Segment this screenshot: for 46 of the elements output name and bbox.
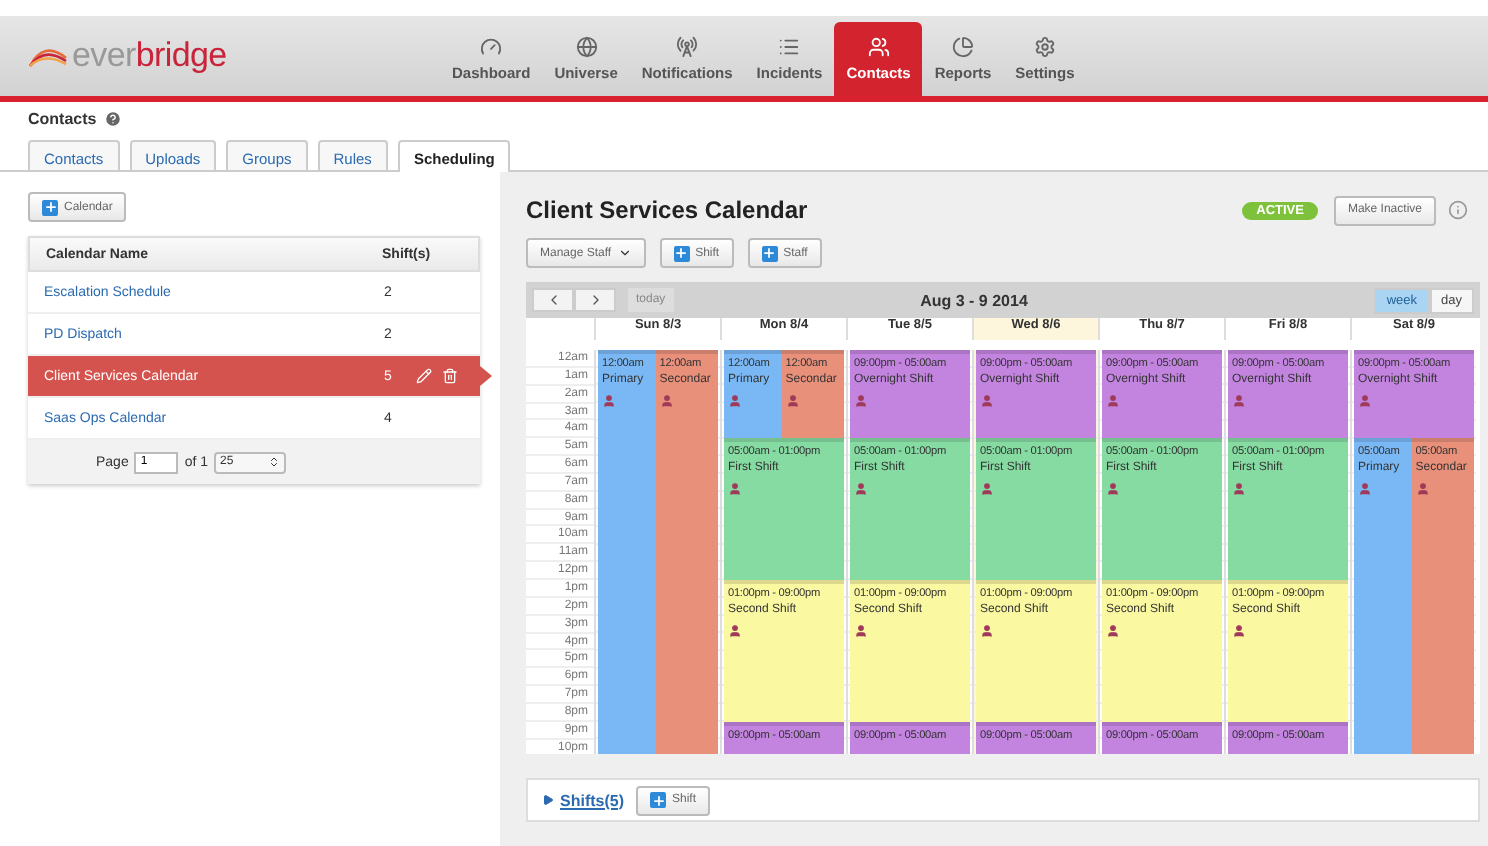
people-icon [867,36,890,58]
person-icon [659,394,674,408]
next-button[interactable] [574,288,616,312]
plus-icon [761,245,778,261]
trash-icon[interactable] [442,368,458,384]
person-icon [728,482,742,497]
person-icon [602,394,616,408]
logo-wordmark: everbridge [72,36,227,76]
person-icon [1232,624,1246,639]
edit-icon[interactable] [416,368,432,384]
person-icon [980,482,994,497]
caret-icon [617,246,632,260]
info-icon[interactable] [1448,200,1468,220]
person-icon [1232,482,1246,497]
date-range: Aug 3 - 9 2014 [918,291,1030,309]
calendar-title: Client Services Calendar [526,196,810,224]
person-icon [980,624,994,639]
person-icon [854,394,868,408]
person-icon [1106,482,1120,497]
settings-icon [1033,36,1056,58]
previous-button[interactable] [532,288,574,312]
person-icon [1358,394,1372,408]
gauge-icon [480,36,503,58]
plus-icon [673,245,690,261]
person-icon [1415,482,1430,497]
person-icon [728,624,742,639]
person-icon [854,482,868,497]
logo-icon [28,44,68,68]
help-icon[interactable] [104,110,123,128]
person-icon [1106,394,1120,408]
person-icon [1232,394,1246,408]
plus-icon [42,199,58,215]
person-icon [1358,482,1372,497]
triangle-icon [542,794,554,806]
person-icon [1106,624,1120,639]
person-icon [980,394,994,408]
globe-icon [575,36,598,58]
plus-icon [650,792,666,808]
shifts-link[interactable]: Shifts(5) [542,791,624,809]
person-icon [728,394,742,408]
page-title: Contacts [28,110,97,128]
pie-chart-icon [952,36,974,58]
person-icon [785,394,800,408]
antenna-icon [676,36,699,58]
list-icon [778,36,801,58]
person-icon [854,624,868,639]
